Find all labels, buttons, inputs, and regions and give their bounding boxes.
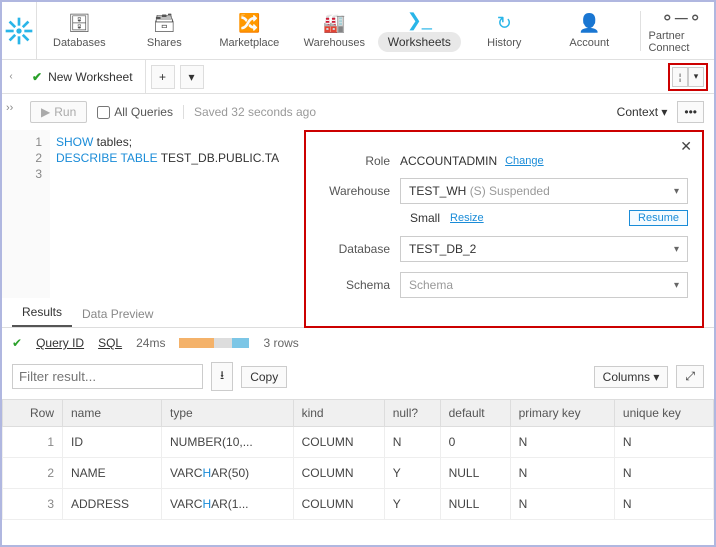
panel-toggle-button[interactable]: ¦	[672, 67, 688, 87]
download-button[interactable]: ⭳	[211, 362, 233, 391]
warehouse-select[interactable]: TEST_WH (S) Suspended ▾	[400, 178, 688, 204]
results-table: Row name type kind null? default primary…	[2, 399, 714, 520]
nav-account[interactable]: 👤Account	[547, 2, 632, 60]
history-icon: ↻	[497, 13, 512, 35]
col-uk[interactable]: unique key	[614, 400, 713, 427]
warehouse-size: Small	[410, 211, 440, 225]
context-panel: ✕ Role ACCOUNTADMIN Change Warehouse TEST…	[304, 130, 704, 328]
col-pk[interactable]: primary key	[510, 400, 614, 427]
warehouse-label: Warehouse	[320, 184, 390, 198]
columns-button[interactable]: Columns ▾	[594, 366, 669, 388]
role-value: ACCOUNTADMIN	[400, 154, 497, 168]
warehouse-icon: 🏭	[323, 13, 345, 35]
nav-marketplace[interactable]: 🔀Marketplace	[207, 2, 292, 60]
tab-menu-button[interactable]: ▾	[180, 65, 204, 89]
col-name[interactable]: name	[63, 400, 162, 427]
database-icon: 🗄	[68, 13, 91, 35]
check-icon: ✔	[32, 70, 42, 84]
saved-status: Saved 32 seconds ago	[183, 105, 316, 119]
filter-input[interactable]	[12, 364, 203, 389]
success-icon: ✔	[12, 336, 22, 350]
timing: 24ms	[136, 336, 165, 350]
new-tab-button[interactable]: +	[151, 65, 175, 89]
resume-button[interactable]: Resume	[629, 210, 688, 226]
all-queries-checkbox[interactable]: All Queries	[97, 105, 173, 119]
shares-icon: 🗃	[153, 13, 176, 35]
more-button[interactable]: •••	[677, 101, 704, 123]
nav-partner-connect[interactable]: ⚬─⚬Partner Connect	[648, 8, 714, 54]
partner-icon: ⚬─⚬	[660, 8, 703, 30]
nav-databases[interactable]: 🗄Databases	[37, 2, 122, 60]
expand-sidebar-icon[interactable]: ››	[6, 102, 13, 114]
context-dropdown[interactable]: Context ▾	[617, 105, 668, 119]
table-row[interactable]: 1IDNUMBER(10,...COLUMNN0NN	[3, 427, 714, 458]
row-count: 3 rows	[263, 336, 298, 350]
results-controls: ⭳ Copy Columns ▾ ⤢	[2, 358, 714, 399]
schema-label: Schema	[320, 278, 390, 292]
change-role-link[interactable]: Change	[505, 155, 544, 167]
account-icon: 👤	[578, 13, 600, 35]
table-header-row: Row name type kind null? default primary…	[3, 400, 714, 427]
close-icon[interactable]: ✕	[680, 138, 692, 155]
table-row[interactable]: 2NAMEVARCHAR(50)COLUMNYNULLNN	[3, 458, 714, 489]
col-null[interactable]: null?	[384, 400, 440, 427]
snowflake-logo[interactable]	[2, 2, 37, 60]
panel-toggle-group: ¦ ▾	[668, 63, 708, 91]
chevron-down-icon: ▾	[674, 244, 679, 255]
play-icon: ▶	[41, 105, 50, 119]
col-kind[interactable]: kind	[293, 400, 384, 427]
marketplace-icon: 🔀	[238, 13, 260, 35]
results-meta: ✔ Query ID SQL 24ms 3 rows	[2, 328, 714, 358]
nav-shares[interactable]: 🗃Shares	[122, 2, 207, 60]
expand-button[interactable]: ⤢	[676, 365, 704, 388]
nav-history[interactable]: ↻History	[462, 2, 547, 60]
collapse-left-icon[interactable]: ‹	[2, 71, 20, 82]
divider	[640, 11, 641, 51]
database-select[interactable]: TEST_DB_2▾	[400, 236, 688, 262]
col-type[interactable]: type	[162, 400, 294, 427]
resize-link[interactable]: Resize	[450, 212, 484, 224]
line-gutter: 123	[2, 130, 50, 298]
timing-bar	[179, 338, 249, 348]
worksheet-tab[interactable]: ✔ New Worksheet	[20, 60, 146, 93]
worksheet-tab-label: New Worksheet	[48, 70, 132, 84]
tab-data-preview[interactable]: Data Preview	[72, 301, 163, 327]
panel-menu-button[interactable]: ▾	[688, 67, 704, 87]
role-label: Role	[320, 154, 390, 168]
worksheets-icon: ❯_	[407, 10, 432, 32]
schema-select[interactable]: Schema▾	[400, 272, 688, 298]
table-row[interactable]: 3ADDRESSVARCHAR(1...COLUMNYNULLNN	[3, 489, 714, 520]
top-nav: 🗄Databases 🗃Shares 🔀Marketplace 🏭Warehou…	[2, 2, 714, 60]
run-button[interactable]: ▶Run	[30, 101, 87, 123]
query-id-link[interactable]: Query ID	[36, 336, 84, 350]
col-row[interactable]: Row	[3, 400, 63, 427]
col-default[interactable]: default	[440, 400, 510, 427]
tab-results[interactable]: Results	[12, 299, 72, 327]
copy-button[interactable]: Copy	[241, 366, 287, 388]
chevron-down-icon: ▾	[674, 186, 679, 197]
database-label: Database	[320, 242, 390, 256]
tab-bar: ‹ ✔ New Worksheet + ▾ ¦ ▾	[2, 60, 714, 94]
chevron-down-icon: ▾	[674, 280, 679, 291]
nav-warehouses[interactable]: 🏭Warehouses	[292, 2, 377, 60]
sql-link[interactable]: SQL	[98, 336, 122, 350]
worksheet-toolbar: ›› ▶Run All Queries Saved 32 seconds ago…	[2, 94, 714, 130]
nav-worksheets[interactable]: Worksheets	[378, 32, 461, 52]
